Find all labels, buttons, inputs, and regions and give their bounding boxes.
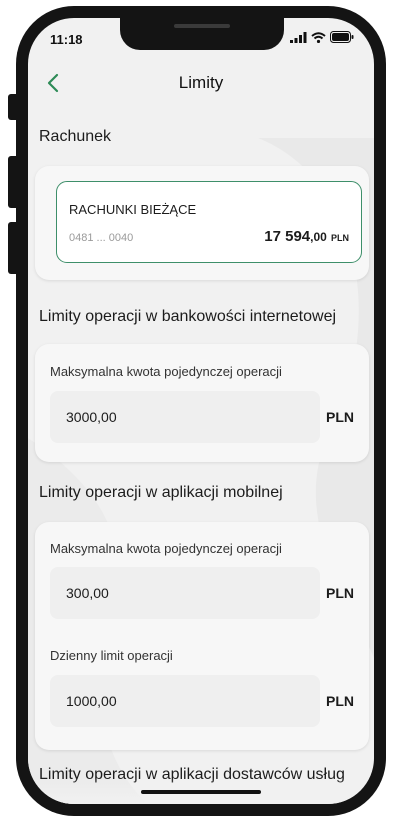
account-tile[interactable]: RACHUNKI BIEŻĄCE 0481 ... 0040 17 594,00…: [56, 181, 362, 263]
currency-label: PLN: [326, 409, 354, 425]
mobile-limits-label: Limity operacji w aplikacji mobilnej: [39, 484, 283, 501]
silent-switch: [8, 94, 16, 120]
internet-max-operation-input[interactable]: [50, 391, 320, 443]
battery-icon: [330, 31, 354, 43]
status-icons: [290, 31, 354, 43]
mobile-max-operation-input[interactable]: [50, 567, 320, 619]
page-title: Limity: [178, 73, 224, 92]
wifi-icon: [311, 31, 326, 43]
mobile-limits-card: Maksymalna kwota pojedynczej operacji PL…: [35, 522, 369, 750]
status-time: 11:18: [50, 32, 83, 47]
internet-limits-card: Maksymalna kwota pojedynczej operacji PL…: [35, 344, 369, 462]
balance-decimal: ,00: [310, 230, 327, 244]
phone-screen: 11:18 Limity Rachunek RACHUNKI BIEŻĄCE 0…: [28, 18, 374, 804]
internet-limits-label: Limity operacji w bankowości internetowe…: [39, 308, 337, 325]
account-section-label: Rachunek: [39, 128, 112, 145]
header: Limity: [28, 62, 374, 102]
volume-up-button: [8, 156, 16, 208]
field-label: Dzienny limit operacji: [50, 648, 173, 663]
mobile-daily-limit-input[interactable]: [50, 675, 320, 727]
volume-down-button: [8, 222, 16, 274]
account-name: RACHUNKI BIEŻĄCE: [69, 202, 197, 217]
balance-integer: 17 594: [264, 228, 311, 245]
signal-icon: [290, 31, 307, 43]
notch: [120, 18, 284, 50]
currency-label: PLN: [326, 693, 354, 709]
home-indicator[interactable]: [141, 790, 261, 794]
account-card: RACHUNKI BIEŻĄCE 0481 ... 0040 17 594,00…: [35, 166, 369, 280]
speaker: [174, 24, 230, 28]
field-label: Maksymalna kwota pojedynczej operacji: [50, 541, 282, 556]
account-balance: 17 594,00 PLN: [264, 228, 349, 245]
currency-label: PLN: [326, 585, 354, 601]
field-label: Maksymalna kwota pojedynczej operacji: [50, 364, 282, 379]
account-number: 0481 ... 0040: [69, 232, 134, 244]
balance-currency: PLN: [331, 233, 349, 243]
